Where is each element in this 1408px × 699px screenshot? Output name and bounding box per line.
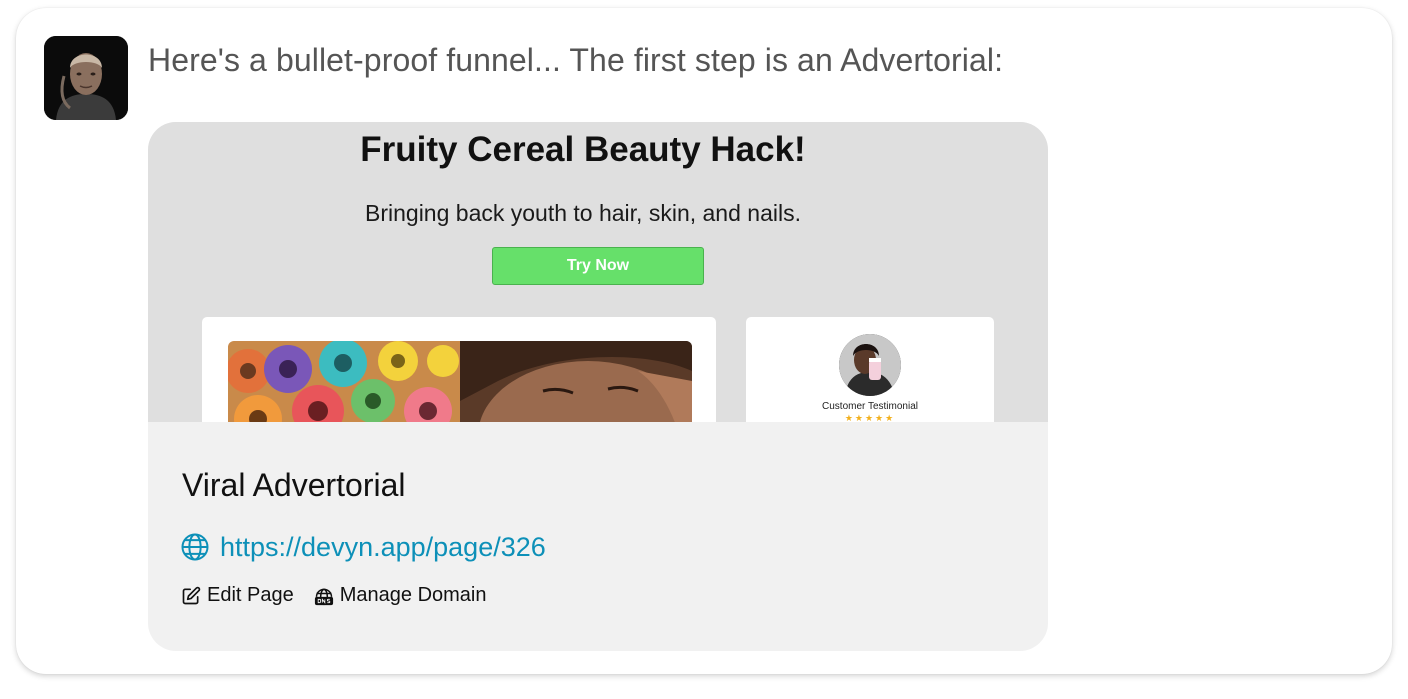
preview-title: Fruity Cereal Beauty Hack! bbox=[360, 130, 806, 169]
testimonial-panel: Customer Testimonial ★★★★★ bbox=[746, 317, 994, 422]
globe-icon bbox=[181, 533, 209, 561]
page-actions: Edit Page Manage Domain bbox=[181, 584, 486, 607]
avatar bbox=[44, 36, 128, 120]
message-text: Here's a bullet-proof funnel... The firs… bbox=[148, 42, 1004, 78]
manage-domain-label: Manage Domain bbox=[339, 584, 487, 606]
edit-page-button[interactable]: Edit Page bbox=[181, 584, 294, 607]
page-url-link[interactable]: https://devyn.app/page/326 bbox=[220, 532, 546, 563]
chat-message-card: Here's a bullet-proof funnel... The firs… bbox=[16, 8, 1392, 674]
testimonial-stars: ★★★★★ bbox=[844, 413, 896, 422]
try-now-button[interactable]: Try Now bbox=[492, 247, 704, 285]
cereal-hero-image bbox=[228, 341, 692, 422]
avatar-portrait bbox=[44, 36, 128, 120]
manage-domain-button[interactable]: Manage Domain bbox=[314, 584, 487, 607]
page-preview[interactable]: Fruity Cereal Beauty Hack! Bringing back… bbox=[148, 122, 1048, 422]
url-row[interactable]: https://devyn.app/page/326 bbox=[180, 530, 546, 564]
page-name: Viral Advertorial bbox=[182, 467, 406, 503]
edit-icon bbox=[182, 586, 201, 604]
page-card[interactable]: Fruity Cereal Beauty Hack! Bringing back… bbox=[148, 122, 1048, 651]
testimonial-label: Customer Testimonial bbox=[822, 401, 918, 412]
preview-image-panel bbox=[202, 317, 716, 422]
testimonial-avatar bbox=[839, 334, 901, 396]
edit-page-label: Edit Page bbox=[207, 584, 294, 606]
preview-subtitle: Bringing back youth to hair, skin, and n… bbox=[365, 200, 801, 226]
dns-icon bbox=[314, 588, 333, 605]
